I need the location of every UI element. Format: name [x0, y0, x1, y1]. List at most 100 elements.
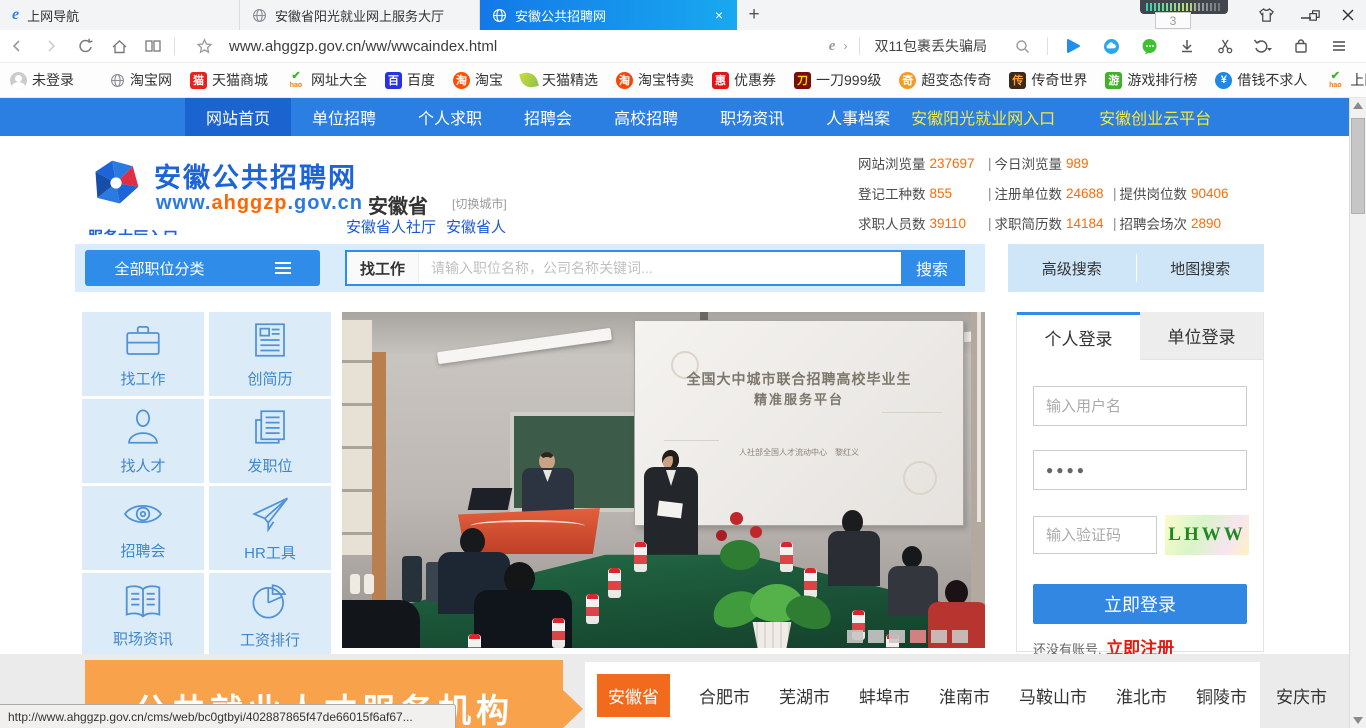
tab-close-icon[interactable]: × — [713, 7, 725, 23]
job-search-input[interactable] — [419, 252, 901, 284]
video-play-icon[interactable] — [1056, 31, 1090, 61]
scroll-down-icon[interactable] — [1353, 717, 1363, 724]
favorite-star-icon[interactable] — [187, 31, 221, 61]
username-field[interactable] — [1033, 386, 1247, 426]
scroll-up-icon[interactable] — [1353, 102, 1363, 109]
ie-compat-icon[interactable]: e — [829, 38, 836, 55]
tile-career-news[interactable]: 职场资讯 — [82, 573, 204, 657]
carousel-dot[interactable] — [952, 630, 968, 643]
water-bottle — [586, 594, 599, 624]
screenshot-scissors-icon[interactable] — [1208, 31, 1242, 61]
theme-skin-icon[interactable] — [1248, 0, 1284, 30]
carousel-dot[interactable] — [847, 630, 863, 643]
carousel-dot[interactable] — [931, 630, 947, 643]
bookmark-taobao[interactable]: 淘淘宝 — [453, 70, 503, 90]
download-icon[interactable] — [1170, 31, 1204, 61]
bookmark-loan[interactable]: ¥借钱不求人 — [1215, 70, 1307, 90]
city-maanshan[interactable]: 马鞍山市 — [1019, 683, 1087, 708]
city-hefei[interactable]: 合肥市 — [699, 683, 750, 708]
home-icon[interactable] — [102, 31, 136, 61]
new-tab-button[interactable]: + — [737, 0, 771, 30]
menu-hamburger-icon[interactable] — [1322, 31, 1356, 61]
bookmark-baidu[interactable]: 百百度 — [385, 70, 435, 90]
restore-button[interactable] — [1296, 0, 1332, 30]
bookmark-hao-sites[interactable]: ✔hao网址大全 — [286, 70, 367, 90]
city-tongling[interactable]: 铜陵市 — [1196, 683, 1247, 708]
shopping-bag-icon[interactable] — [1284, 31, 1318, 61]
nav-item-archives[interactable]: 人事档案 — [805, 98, 911, 136]
forward-icon[interactable] — [34, 31, 68, 61]
bookmark-tmall[interactable]: 猫天猫商城 — [190, 70, 268, 90]
city-wuhu[interactable]: 芜湖市 — [779, 683, 830, 708]
nav-item-news[interactable]: 职场资讯 — [699, 98, 805, 136]
login-panel: 个人登录 单位登录 LHWW 立即登录 还没有账号, 立即注册 — [1016, 312, 1264, 652]
search-tab-jobs[interactable]: 找工作 — [347, 252, 419, 284]
tab-sunshine-portal[interactable]: 安徽省阳光就业网上服务大厅 — [240, 0, 480, 30]
bookmark-taobao-sale[interactable]: 淘淘宝特卖 — [616, 70, 694, 90]
taobao-sale-icon: 淘 — [616, 72, 633, 89]
bookmark-game-yidao[interactable]: 刀一刀999级 — [794, 70, 881, 90]
tile-job-fair[interactable]: 招聘会 — [82, 486, 204, 570]
city-bengbu[interactable]: 蚌埠市 — [859, 683, 910, 708]
captcha-image[interactable]: LHWW — [1165, 515, 1249, 555]
tile-create-resume[interactable]: 创简历 — [209, 312, 331, 396]
link-sunshine-portal[interactable]: 安徽阳光就业网入口 — [911, 105, 1055, 129]
cloud-sync-icon[interactable] — [1094, 31, 1128, 61]
link-anhui-people[interactable]: 安徽省人 — [446, 216, 506, 237]
chat-messenger-icon[interactable] — [1132, 31, 1166, 61]
refresh-icon[interactable] — [68, 31, 102, 61]
hero-photo-carousel[interactable]: 全国大中城市联合招聘高校毕业生 精准服务平台 人社部全国人才流动中心 黎红义 — [342, 312, 985, 648]
bookmark-tmall-select[interactable]: 天猫精选 — [521, 70, 598, 90]
page-scrollbar[interactable] — [1349, 98, 1366, 728]
tab-company-login[interactable]: 单位登录 — [1140, 312, 1263, 360]
captcha-field[interactable] — [1033, 516, 1157, 554]
nav-item-campus[interactable]: 高校招聘 — [593, 98, 699, 136]
url-text[interactable]: www.ahggzp.gov.cn/ww/wwcaindex.html — [229, 38, 497, 55]
nav-item-home[interactable]: 网站首页 — [185, 98, 291, 136]
reading-mode-icon[interactable] — [136, 31, 170, 61]
clipped-service-link[interactable]: 服务大厅入口 — [88, 226, 258, 235]
link-hrss-dept[interactable]: 安徽省人社厅 — [346, 216, 436, 237]
password-field[interactable] — [1033, 450, 1247, 490]
nav-item-job-seeking[interactable]: 个人求职 — [397, 98, 503, 136]
all-categories-button[interactable]: 全部职位分类 — [85, 250, 320, 286]
search-icon[interactable] — [1005, 31, 1039, 61]
back-icon[interactable] — [0, 31, 34, 61]
bookmark-game-rank[interactable]: 游游戏排行榜 — [1105, 70, 1197, 90]
tab-personal-login[interactable]: 个人登录 — [1017, 312, 1140, 360]
tile-hr-tools[interactable]: HR工具 — [209, 486, 331, 570]
city-anqing[interactable]: 安庆市 — [1276, 683, 1327, 708]
nav-item-job-fair[interactable]: 招聘会 — [503, 98, 593, 136]
city-huaibei[interactable]: 淮北市 — [1116, 683, 1167, 708]
switch-city-link[interactable]: [切换城市] — [452, 195, 507, 212]
toolbar-search-query[interactable]: 双11包裹丢失骗局 — [874, 36, 987, 56]
city-anhui-active[interactable]: 安徽省 — [597, 674, 670, 717]
search-button[interactable]: 搜索 — [901, 252, 963, 284]
advanced-search-link[interactable]: 高级搜索 — [1008, 258, 1136, 279]
tab-nav-home[interactable]: e 上网导航 — [0, 0, 240, 30]
login-status[interactable]: 未登录 — [10, 70, 74, 90]
nav-item-employer-jobs[interactable]: 单位招聘 — [291, 98, 397, 136]
bookmark-nav-home[interactable]: ✔hao上网导航 — [1325, 70, 1366, 90]
region-name: 安徽省 — [368, 190, 428, 219]
link-cloud-platform[interactable]: 安徽创业云平台 — [1099, 105, 1211, 129]
map-search-link[interactable]: 地图搜索 — [1137, 258, 1265, 279]
login-button[interactable]: 立即登录 — [1033, 584, 1247, 624]
carousel-dot-active[interactable] — [910, 630, 926, 643]
bookmark-coupons[interactable]: 惠优惠券 — [712, 70, 776, 90]
city-huainan[interactable]: 淮南市 — [939, 683, 990, 708]
carousel-dot[interactable] — [889, 630, 905, 643]
tile-salary-rank[interactable]: 工资排行 — [209, 573, 331, 657]
bookmark-game-chuanqi[interactable]: 奇超变态传奇 — [899, 70, 991, 90]
expand-arrow-icon[interactable]: › — [839, 39, 851, 53]
bookmark-taobao-web[interactable]: 淘宝网 — [110, 70, 172, 90]
scrollbar-thumb[interactable] — [1351, 118, 1365, 214]
tile-post-job[interactable]: 发职位 — [209, 399, 331, 483]
carousel-dot[interactable] — [868, 630, 884, 643]
close-button[interactable] — [1330, 0, 1366, 30]
undo-history-icon[interactable] — [1246, 31, 1280, 61]
tile-find-job[interactable]: 找工作 — [82, 312, 204, 396]
bookmark-game-world[interactable]: 传传奇世界 — [1009, 70, 1087, 90]
tile-find-talent[interactable]: 找人才 — [82, 399, 204, 483]
tab-ahggzp-active[interactable]: 安徽公共招聘网 × — [480, 0, 737, 30]
